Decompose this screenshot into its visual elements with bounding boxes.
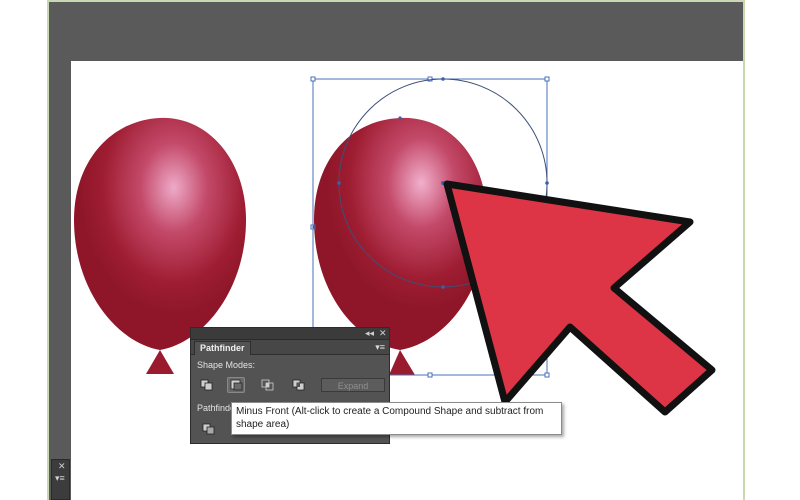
unite-icon: [200, 379, 213, 391]
collapse-icon[interactable]: ◂◂: [365, 327, 374, 339]
panel-menu-icon[interactable]: ▾≡: [375, 340, 385, 354]
shape-modes-label: Shape Modes:: [197, 360, 256, 370]
panel-title-bar[interactable]: ◂◂ ✕: [191, 328, 389, 340]
close-icon[interactable]: ✕: [379, 327, 387, 339]
divide-button[interactable]: [202, 423, 218, 437]
exclude-button[interactable]: [289, 377, 307, 393]
unite-button[interactable]: [197, 377, 215, 393]
tooltip: Minus Front (Alt-click to create a Compo…: [231, 402, 562, 435]
close-icon[interactable]: ✕: [58, 461, 66, 472]
divide-icon: [202, 423, 215, 435]
intersect-button[interactable]: [258, 377, 276, 393]
tab-pathfinder[interactable]: Pathfinder: [194, 341, 251, 355]
minus-front-icon: [230, 379, 243, 391]
intersect-icon: [261, 379, 274, 391]
tooltip-line-2: shape area): [236, 419, 290, 430]
panel-tab-row: Pathfinder ▾≡: [191, 340, 389, 355]
minus-front-button[interactable]: [227, 377, 245, 393]
panel-menu-icon[interactable]: ▾≡: [55, 473, 65, 484]
collapsed-panel[interactable]: ✕ ▾≡: [51, 459, 70, 500]
exclude-icon: [292, 379, 305, 391]
tooltip-line-1: Minus Front (Alt-click to create a Compo…: [236, 406, 544, 417]
expand-button[interactable]: Expand: [321, 378, 385, 392]
pointer-arrow: [443, 180, 716, 416]
pathfinders-label: Pathfinde: [197, 403, 236, 413]
